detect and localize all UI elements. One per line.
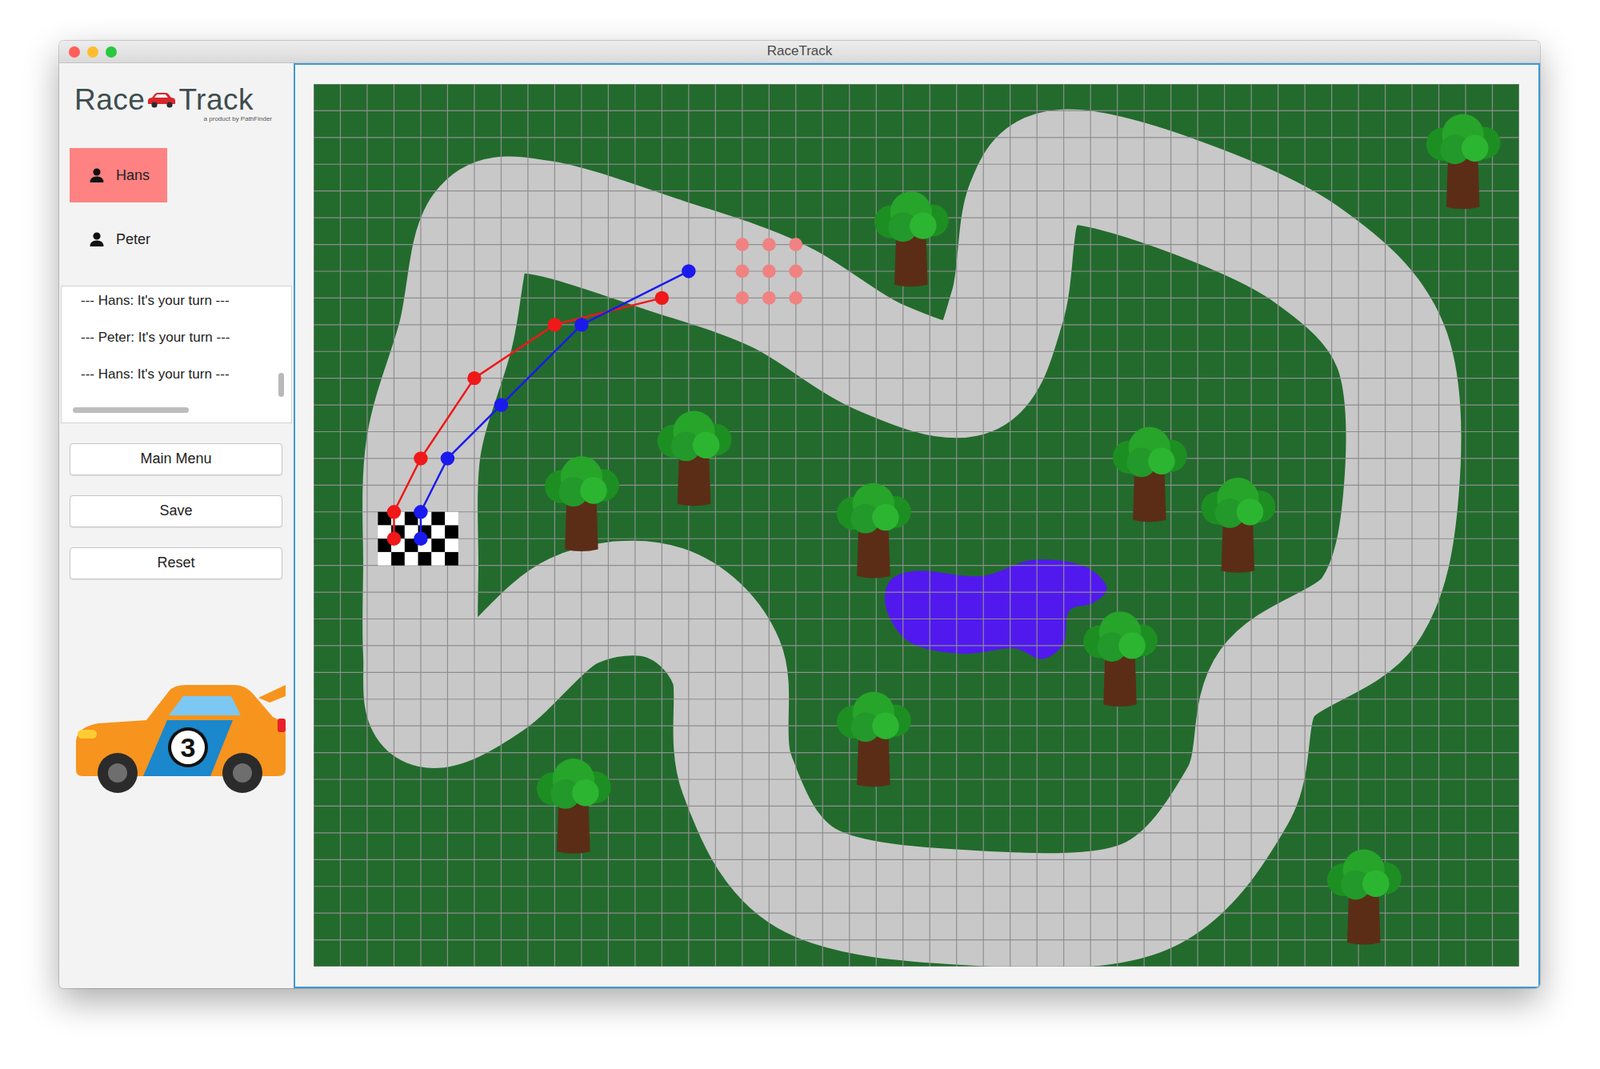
- route: [413, 264, 696, 546]
- route-point: [574, 317, 588, 332]
- car-number: 3: [180, 732, 196, 763]
- route-point: [387, 504, 401, 519]
- logo: Race Track a product by PathFinder: [59, 84, 284, 123]
- tree-icon: [1112, 426, 1188, 522]
- player-name: Hans: [116, 164, 150, 187]
- board-panel: [293, 63, 1540, 988]
- game-log: --- Hans: It's your turn ------ Peter: I…: [60, 285, 292, 424]
- race-board[interactable]: [313, 84, 1520, 967]
- close-icon[interactable]: [68, 46, 80, 58]
- player-item[interactable]: Peter: [69, 212, 168, 267]
- race-car-icon: 3: [69, 673, 288, 796]
- move-option[interactable]: [788, 291, 803, 305]
- scroll-thumb[interactable]: [278, 372, 284, 397]
- tree-icon: [1327, 849, 1402, 945]
- move-options: [735, 237, 803, 305]
- tree-icon: [874, 191, 949, 287]
- sidebar: Race Track a product by PathFinder Hans P…: [59, 63, 294, 988]
- route-point: [440, 451, 455, 465]
- route-point: [548, 317, 562, 332]
- minimize-icon[interactable]: [87, 46, 99, 58]
- log-entry: --- Hans: It's your turn ---: [80, 355, 292, 392]
- start-line: [377, 512, 458, 566]
- scroll-thumb[interactable]: [72, 407, 189, 413]
- tree-icon: [836, 483, 912, 579]
- title-bar: RaceTrack: [59, 40, 1540, 64]
- lake: [884, 559, 1108, 659]
- tree-icon: [1083, 611, 1158, 707]
- route-point: [413, 504, 428, 519]
- player-list: Hans Peter: [59, 148, 294, 267]
- route-point: [655, 291, 669, 305]
- route-point: [494, 397, 508, 412]
- tree-icon: [1426, 113, 1501, 209]
- tree-icon: [536, 758, 612, 854]
- move-option[interactable]: [762, 264, 776, 279]
- person-icon: [88, 231, 105, 248]
- route-point: [413, 451, 428, 465]
- grass: [313, 84, 1520, 967]
- tree-icon: [657, 410, 732, 506]
- route-point: [387, 532, 401, 546]
- window-controls: [68, 46, 117, 58]
- route-point: [467, 371, 481, 385]
- app-window: RaceTrack Race Track a product by PathFi…: [59, 40, 1540, 988]
- route-point: [413, 532, 428, 546]
- button-group: Main Menu Save Reset: [59, 443, 294, 580]
- route-point: [681, 264, 696, 278]
- car-logo-icon: [146, 91, 177, 109]
- log-entry: --- Hans: It's your turn ---: [80, 285, 292, 319]
- grid-lines: [313, 84, 1520, 967]
- tree-icon: [1200, 477, 1276, 573]
- horizontal-scrollbar[interactable]: [72, 407, 269, 413]
- logo-text: Track: [178, 84, 254, 117]
- sidebar-button[interactable]: Main Menu: [69, 443, 283, 476]
- move-option[interactable]: [762, 291, 776, 305]
- route: [387, 291, 669, 546]
- move-option[interactable]: [735, 264, 749, 279]
- vertical-scrollbar[interactable]: [278, 294, 284, 397]
- zoom-icon[interactable]: [105, 46, 117, 58]
- log-entry: --- Peter: It's your turn ---: [80, 318, 292, 356]
- window-title: RaceTrack: [767, 43, 833, 60]
- logo-tagline: a product by PathFinder: [74, 115, 272, 124]
- move-option[interactable]: [762, 237, 776, 252]
- tree-icon: [544, 456, 620, 552]
- sidebar-button[interactable]: Reset: [69, 547, 283, 580]
- logo-text: Race: [74, 84, 145, 117]
- move-option[interactable]: [735, 237, 749, 252]
- move-option[interactable]: [735, 291, 749, 305]
- move-option[interactable]: [788, 237, 803, 252]
- player-name: Peter: [116, 228, 151, 251]
- tree-icon: [836, 691, 912, 787]
- person-icon: [88, 167, 105, 184]
- player-item[interactable]: Hans: [69, 148, 168, 203]
- move-option[interactable]: [788, 264, 803, 279]
- sidebar-button[interactable]: Save: [69, 495, 283, 528]
